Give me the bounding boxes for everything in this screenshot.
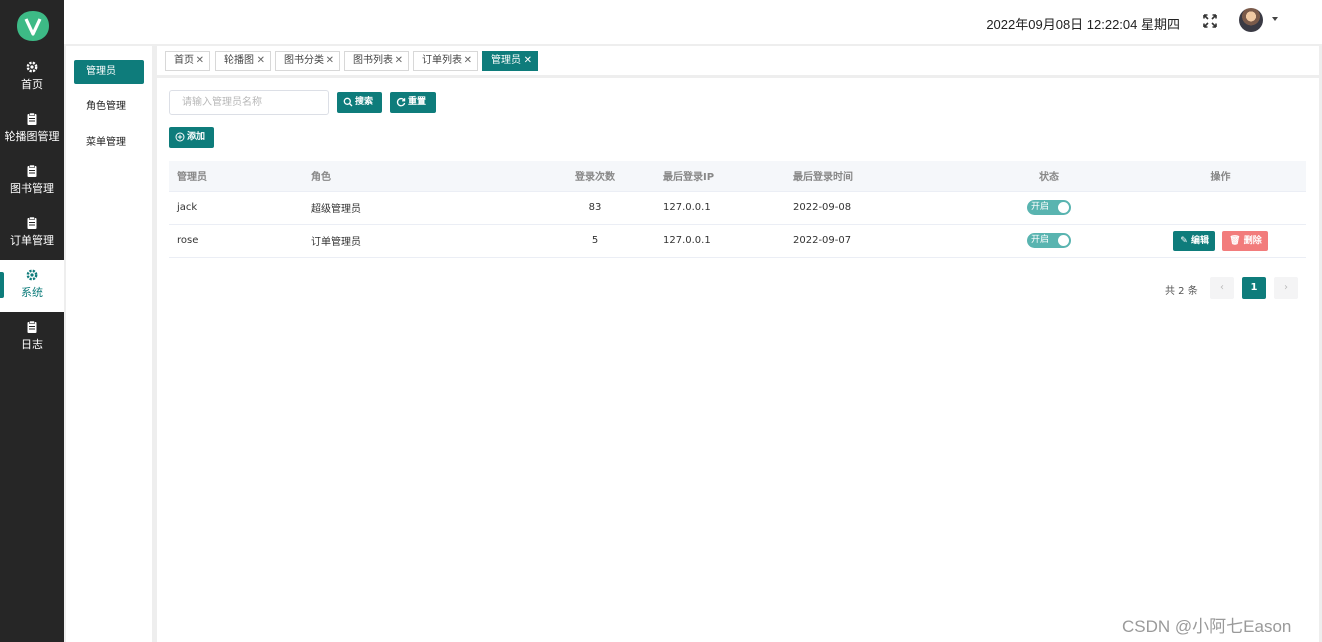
clipboard-icon	[27, 164, 37, 177]
submenu-item-menus[interactable]: 菜单管理	[74, 131, 144, 155]
nav-label-books: 图书管理	[10, 182, 54, 195]
tab-label: 管理员	[491, 55, 521, 66]
cell-admin-name: jack	[169, 191, 303, 225]
nav-label-system: 系统	[21, 286, 43, 299]
edit-button[interactable]: ✎ 编辑	[1173, 230, 1215, 251]
refresh-icon	[396, 97, 406, 107]
close-icon[interactable]: ✕	[524, 52, 532, 70]
search-input[interactable]	[169, 90, 329, 115]
tab-label: 首页	[174, 55, 194, 66]
edit-button-label: 编辑	[1190, 235, 1209, 246]
search-icon	[343, 97, 353, 107]
nav-label-logs: 日志	[21, 338, 43, 351]
clipboard-icon	[27, 216, 37, 229]
nav-item-books[interactable]: 图书管理	[0, 156, 64, 208]
fullscreen-icon[interactable]	[1203, 14, 1217, 28]
status-toggle[interactable]: 开启	[1027, 200, 1071, 215]
status-toggle-label: 开启	[1031, 202, 1050, 212]
clipboard-icon	[27, 112, 37, 125]
nav-label-orders: 订单管理	[10, 234, 54, 247]
cell-last-time: 2022-09-07	[785, 224, 963, 258]
pagination-total: 共 2 条	[1165, 286, 1198, 297]
tab-label: 轮播图	[224, 55, 254, 66]
gear-icon	[26, 61, 38, 73]
main-content: 搜索 重置 添加 管理员 角色 登录次数 最后登录IP 最后登录时间 状态 操作…	[157, 78, 1319, 642]
column-header-login-count[interactable]: 登录次数	[535, 161, 655, 192]
gear-icon	[26, 269, 38, 281]
watermark: CSDN @小阿七Eason	[1122, 617, 1292, 636]
column-header-actions: 操作	[1135, 161, 1306, 192]
edit-icon: ✎	[1180, 235, 1191, 246]
table-row: rose 订单管理员 5 127.0.0.1 2022-09-07 开启 ✎ 编…	[169, 224, 1306, 258]
delete-button[interactable]: 🗑 删除	[1222, 230, 1268, 251]
nav-item-system[interactable]: 系统	[0, 260, 64, 312]
tab-label: 图书分类	[284, 55, 324, 66]
close-icon[interactable]: ✕	[464, 52, 472, 70]
cell-role: 超级管理员	[303, 191, 535, 225]
tab-admins[interactable]: 管理员 ✕	[482, 51, 538, 71]
app-logo[interactable]	[16, 10, 50, 42]
column-header-admin[interactable]: 管理员	[169, 161, 303, 192]
cell-last-ip: 127.0.0.1	[655, 191, 785, 225]
cell-role: 订单管理员	[303, 224, 535, 258]
trash-icon: 🗑	[1229, 235, 1244, 246]
tabs-bar: 首页 ✕ 轮播图 ✕ 图书分类 ✕ 图书列表 ✕ 订单列表 ✕ 管理员 ✕	[157, 46, 1319, 75]
add-button[interactable]: 添加	[169, 127, 214, 148]
delete-button-label: 删除	[1243, 235, 1262, 246]
column-header-last-ip[interactable]: 最后登录IP	[655, 161, 785, 192]
cell-login-count: 5	[535, 224, 655, 258]
tab-book-category[interactable]: 图书分类 ✕	[275, 51, 340, 71]
status-toggle-label: 开启	[1031, 235, 1050, 245]
nav-item-orders[interactable]: 订单管理	[0, 208, 64, 260]
toggle-knob	[1058, 235, 1069, 246]
cell-actions	[1135, 191, 1306, 225]
tab-order-list[interactable]: 订单列表 ✕	[413, 51, 478, 71]
close-icon[interactable]: ✕	[196, 52, 204, 70]
pagination-page-1[interactable]: 1	[1242, 277, 1266, 299]
pagination-next-button[interactable]: ›	[1274, 277, 1298, 299]
chevron-down-icon[interactable]	[1272, 17, 1278, 21]
tab-label: 订单列表	[422, 55, 462, 66]
tab-label: 图书列表	[353, 55, 393, 66]
cell-admin-name: rose	[169, 224, 303, 258]
admin-table: 管理员 角色 登录次数 最后登录IP 最后登录时间 状态 操作 jack 超级管…	[169, 161, 1306, 258]
column-header-role[interactable]: 角色	[303, 161, 535, 192]
cell-last-ip: 127.0.0.1	[655, 224, 785, 258]
cell-actions: ✎ 编辑 🗑 删除	[1135, 224, 1306, 258]
tab-home[interactable]: 首页 ✕	[165, 51, 210, 71]
column-header-last-time[interactable]: 最后登录时间	[785, 161, 963, 192]
toggle-knob	[1058, 202, 1069, 213]
status-toggle[interactable]: 开启	[1027, 233, 1071, 248]
nav-label-carousel: 轮播图管理	[4, 130, 60, 143]
nav-item-home[interactable]: 首页	[0, 52, 64, 104]
close-icon[interactable]: ✕	[395, 52, 403, 70]
search-button-label: 搜索	[355, 97, 374, 107]
tab-carousel[interactable]: 轮播图 ✕	[215, 51, 271, 71]
submenu-item-roles[interactable]: 角色管理	[74, 95, 144, 119]
nav-item-carousel[interactable]: 轮播图管理	[0, 104, 64, 156]
cell-status: 开启	[963, 191, 1135, 225]
avatar[interactable]	[1239, 8, 1263, 32]
add-button-label: 添加	[187, 132, 206, 142]
cell-login-count: 83	[535, 191, 655, 225]
clipboard-icon	[27, 320, 37, 333]
reset-button[interactable]: 重置	[390, 92, 436, 113]
submenu-item-admins[interactable]: 管理员	[74, 60, 144, 84]
close-icon[interactable]: ✕	[257, 52, 265, 70]
nav-label-home: 首页	[21, 78, 43, 91]
cell-last-time: 2022-09-08	[785, 191, 963, 225]
nav-item-logs[interactable]: 日志	[0, 312, 64, 364]
reset-button-label: 重置	[408, 97, 427, 107]
header-datetime: 2022年09月08日 12:22:04 星期四	[986, 17, 1180, 32]
cell-status: 开启	[963, 224, 1135, 258]
search-button[interactable]: 搜索	[337, 92, 382, 113]
submenu-panel: 管理员 角色管理 菜单管理	[66, 46, 152, 642]
close-icon[interactable]: ✕	[326, 52, 334, 70]
column-header-status[interactable]: 状态	[963, 161, 1135, 192]
tab-book-list[interactable]: 图书列表 ✕	[344, 51, 409, 71]
table-header-row: 管理员 角色 登录次数 最后登录IP 最后登录时间 状态 操作	[169, 161, 1306, 192]
plus-circle-icon	[175, 132, 185, 142]
pagination-prev-button[interactable]: ‹	[1210, 277, 1234, 299]
table-row: jack 超级管理员 83 127.0.0.1 2022-09-08 开启	[169, 191, 1306, 225]
